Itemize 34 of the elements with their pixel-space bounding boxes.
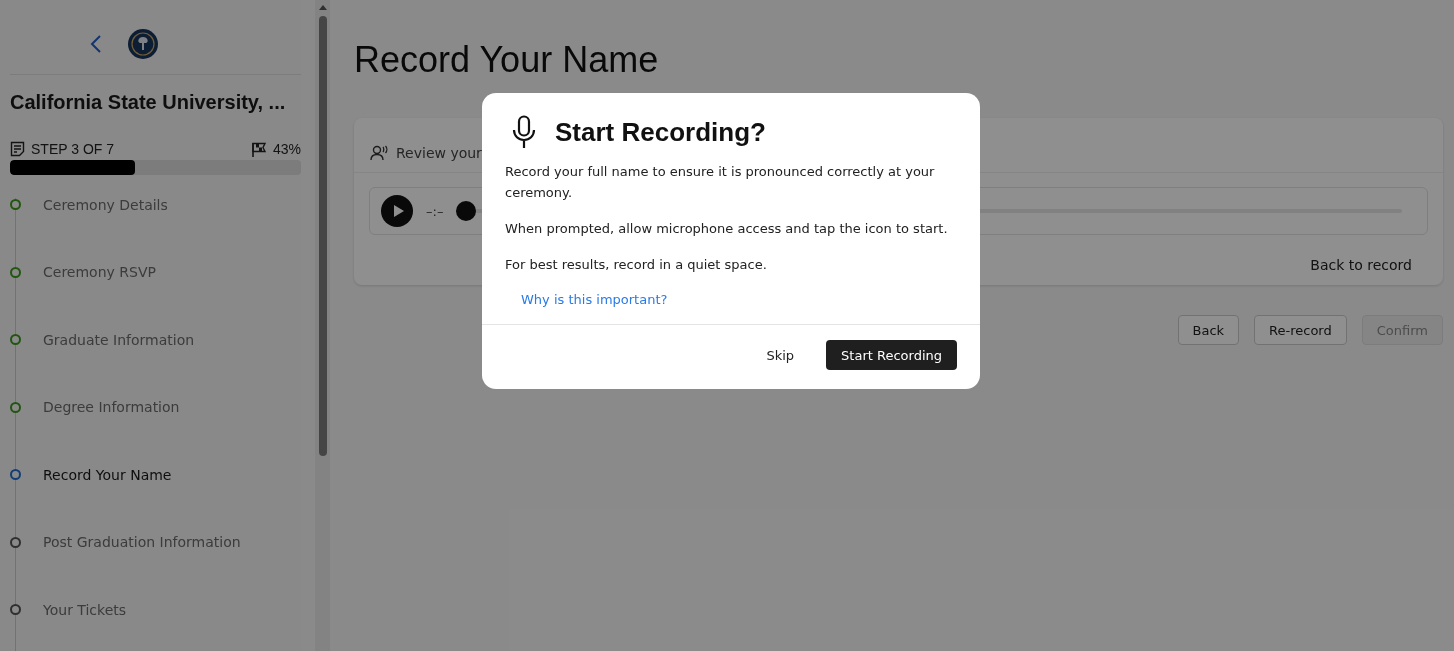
skip-button[interactable]: Skip xyxy=(758,343,803,367)
dialog-title: Start Recording? xyxy=(555,116,766,148)
back-to-record-link[interactable]: Back to record xyxy=(1310,257,1412,273)
document-icon xyxy=(10,141,25,157)
card-heading: Review your xyxy=(396,145,482,161)
playback-time: –:– xyxy=(426,203,444,219)
university-name: California State University, ... xyxy=(10,91,287,114)
scrollbar[interactable] xyxy=(315,0,330,651)
back-icon[interactable] xyxy=(90,35,102,53)
start-recording-button[interactable]: Start Recording xyxy=(826,340,957,370)
page-title: Record Your Name xyxy=(354,39,659,81)
step-link[interactable]: Record Your Name xyxy=(43,466,172,483)
play-icon xyxy=(393,205,404,217)
step-link[interactable]: Post Graduation Information xyxy=(43,534,241,551)
dialog-text: Record your full name to ensure it is pronounced correctly at your ceremony. xyxy=(505,163,936,202)
step-link[interactable]: Graduate Information xyxy=(43,331,195,348)
microphone-icon xyxy=(511,115,537,149)
dialog-text: For best results, record in a quiet space. xyxy=(505,256,768,274)
progress-percent: 43% xyxy=(272,141,301,157)
action-button[interactable]: Re-record xyxy=(1254,315,1347,345)
why-important-link[interactable]: Why is this important? xyxy=(505,292,668,307)
step-link[interactable]: Ceremony Details xyxy=(43,196,168,213)
dialog-text: When prompted, allow microphone access and tap the icon to start. xyxy=(505,220,949,238)
seek-thumb[interactable] xyxy=(456,201,477,221)
play-button[interactable] xyxy=(381,195,413,227)
step-link[interactable]: Degree Information xyxy=(43,399,180,416)
speaker-person-icon xyxy=(370,145,388,161)
step-link[interactable]: Ceremony RSVP xyxy=(43,264,156,281)
action-button[interactable]: Back xyxy=(1177,315,1240,345)
step-link[interactable]: Your Tickets xyxy=(43,601,127,618)
seal-logo-icon xyxy=(127,28,159,60)
step-counter: STEP 3 OF 7 xyxy=(31,141,114,157)
flag-icon xyxy=(250,141,267,157)
scroll-up-icon[interactable] xyxy=(319,5,327,10)
